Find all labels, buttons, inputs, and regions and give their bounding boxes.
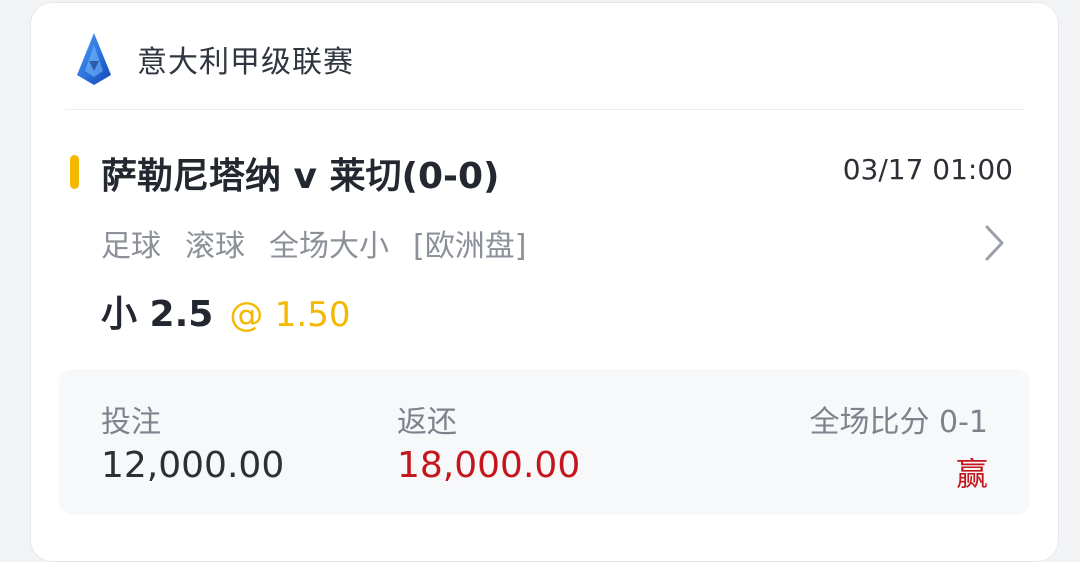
sport-label: 足球	[101, 229, 161, 264]
bet-selection: 小 2.5 @ 1.50	[101, 285, 350, 337]
final-score: 全场比分 0-1	[809, 405, 988, 440]
mode-label: 滚球	[185, 229, 245, 264]
league-name: 意大利甲级联赛	[137, 45, 354, 80]
stake-value: 12,000.00	[101, 445, 285, 486]
at-symbol: @	[229, 295, 264, 335]
chevron-right-icon[interactable]	[984, 223, 1006, 263]
return-value: 18,000.00	[397, 445, 581, 486]
odds-format-label: [欧洲盘]	[413, 229, 527, 264]
match-accent-bar	[70, 155, 79, 189]
return-label: 返还	[397, 405, 457, 440]
market-label: 全场大小	[269, 229, 389, 264]
bet-summary: 投注 12,000.00 返还 18,000.00 全场比分 0-1 赢	[59, 369, 1030, 515]
odds-value: 1.50	[274, 295, 351, 335]
pick-label: 小 2.5	[101, 294, 214, 335]
match-title[interactable]: 萨勒尼塔纳 v 莱切(0-0)	[101, 147, 499, 199]
divider	[65, 109, 1024, 110]
bet-type-info: 足球 滚球 全场大小 [欧洲盘]	[101, 221, 550, 265]
serie-a-logo-icon	[77, 33, 111, 85]
match-time: 03/17 01:00	[842, 153, 1013, 186]
stake-label: 投注	[101, 405, 161, 440]
league-header: 意大利甲级联赛	[73, 31, 354, 87]
result-badge: 赢	[955, 455, 988, 493]
bet-card[interactable]: 意大利甲级联赛 萨勒尼塔纳 v 莱切(0-0) 03/17 01:00 足球 滚球…	[30, 2, 1059, 562]
